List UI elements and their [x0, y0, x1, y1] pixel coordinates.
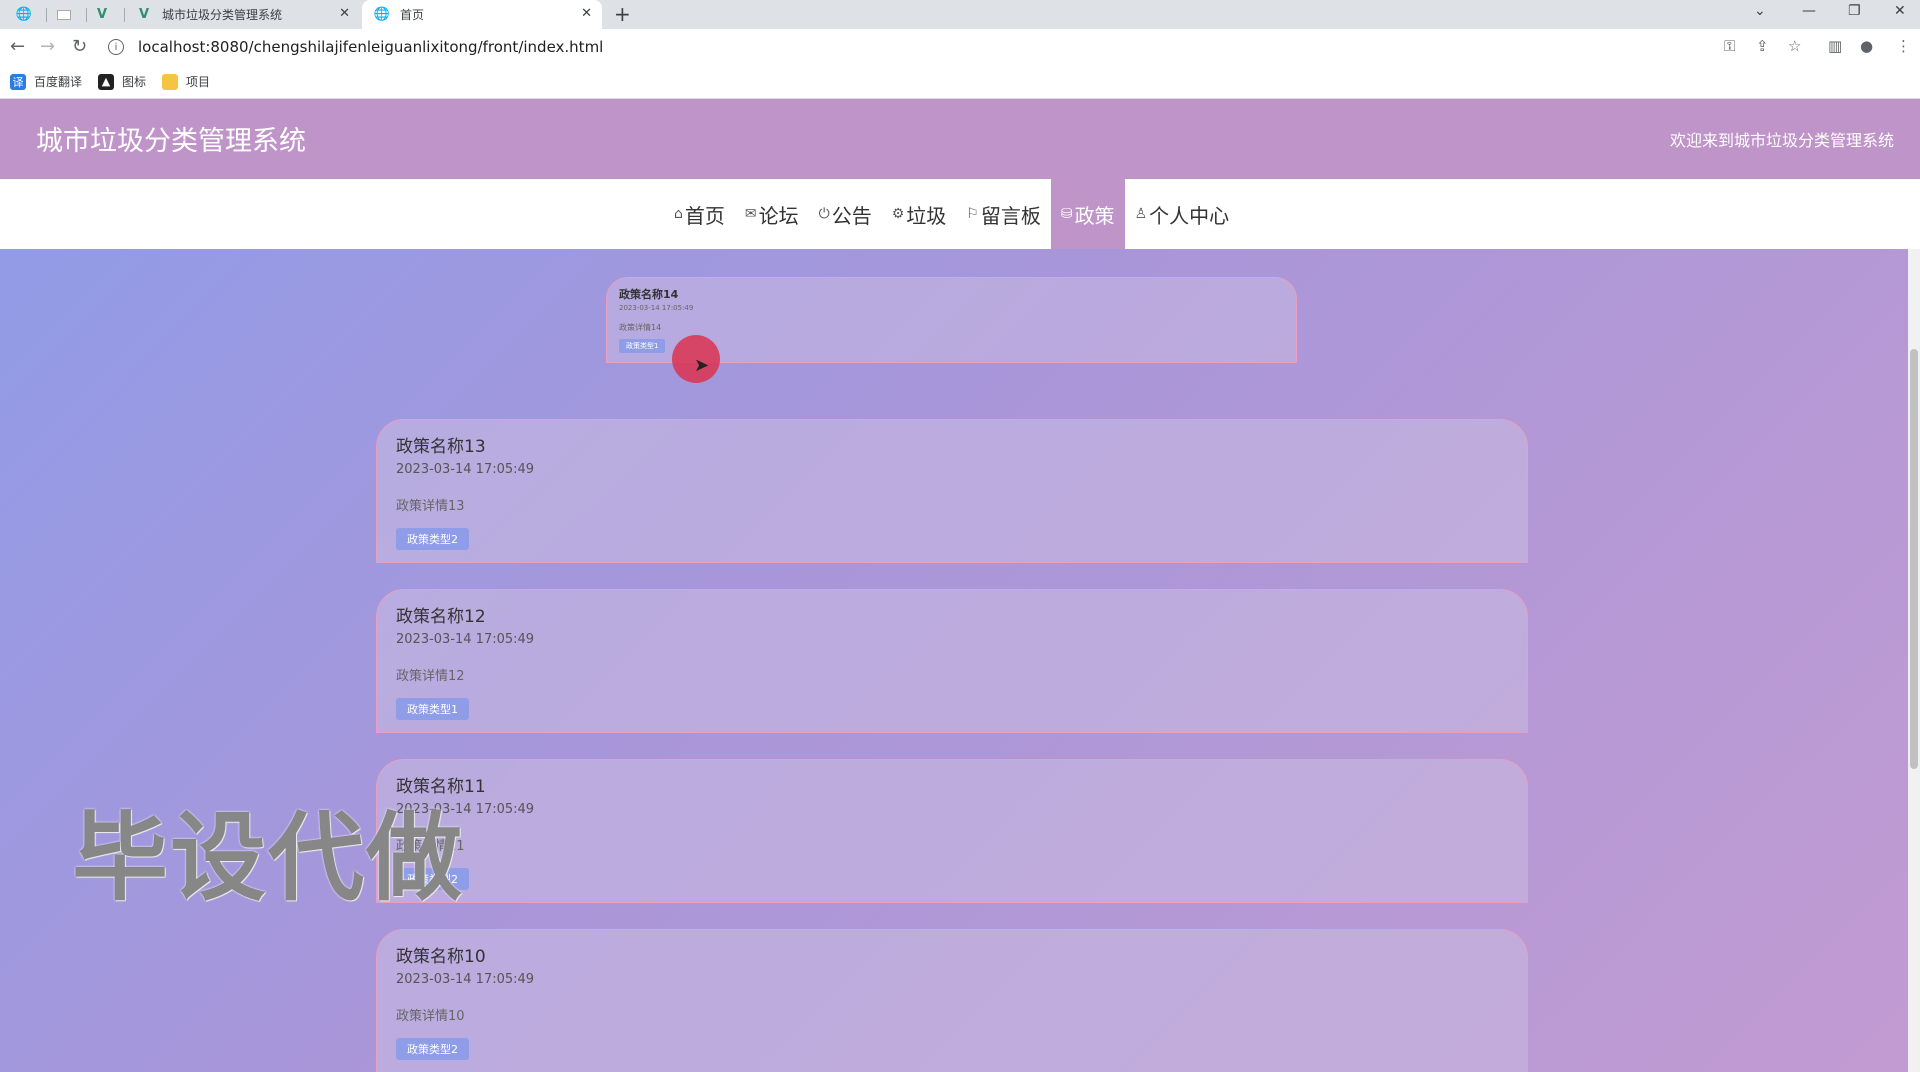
gear-icon: ⚙ [891, 206, 905, 222]
nav-item-garbage[interactable]: ⚙ 垃圾 [882, 179, 957, 249]
nav-label: 垃圾 [906, 203, 947, 228]
globe-icon: 🌐 [373, 7, 391, 22]
reload-icon[interactable]: ↻ [72, 36, 87, 57]
policy-name: 政策名称10 [396, 947, 486, 967]
vue-icon: V [138, 7, 150, 22]
site-title: 城市垃圾分类管理系统 [36, 126, 306, 157]
nav-label: 首页 [684, 203, 725, 228]
page-content: 城市垃圾分类管理系统 欢迎来到城市垃圾分类管理系统 ⌂ 首页 ✉ 论坛 ⏻ 公告 ⚙ 垃… [0, 99, 1920, 1072]
flag-icon: ⚐ [966, 206, 979, 222]
policy-time: 2023-03-14 17:05:49 [396, 972, 535, 987]
close-icon[interactable]: ✕ [581, 6, 592, 21]
browser-toolbar: ← → ↻ i localhost:8080/chengshilajifenle… [0, 29, 1920, 65]
nav-item-message-board[interactable]: ⚐ 留言板 [956, 179, 1051, 249]
welcome-text: 欢迎来到城市垃圾分类管理系统 [1669, 131, 1894, 150]
side-panel-icon[interactable]: ▥ [1828, 37, 1842, 55]
vue-icon: V [96, 7, 108, 22]
address-bar[interactable]: i localhost:8080/chengshilajifenleiguanl… [108, 33, 1708, 61]
policy-card[interactable]: 政策名称10 2023-03-14 17:05:49 政策详情10 政策类型2 [376, 929, 1528, 1072]
watermark-text: 毕设代做 [72, 802, 464, 914]
share-icon[interactable]: ⇪ [1756, 37, 1769, 55]
browser-tab-bar: 🌐 V V 城市垃圾分类管理系统 ✕ 🌐 首页 ✕ + ⌄ — ❐ ✕ [0, 0, 1920, 29]
bookmark-label: 图标 [122, 75, 147, 89]
policy-name: 政策名称14 [619, 288, 679, 301]
nav-label: 公告 [831, 203, 872, 228]
key-icon[interactable]: ⚿ [1724, 37, 1735, 55]
page-scrollbar[interactable] [1908, 249, 1920, 1072]
tab-garbage-system[interactable]: V 城市垃圾分类管理系统 ✕ [126, 0, 360, 29]
tab-home[interactable]: 🌐 首页 ✕ [362, 0, 602, 29]
mail-icon: ✉ [744, 206, 757, 222]
nav-label: 论坛 [758, 203, 799, 228]
scrollbar-thumb[interactable] [1910, 349, 1918, 769]
tab-separator [124, 8, 125, 22]
bookmark-label: 项目 [186, 75, 211, 89]
power-icon: ⏻ [818, 206, 830, 222]
policy-type-tag: 政策类型2 [396, 528, 469, 550]
policy-type-tag: 政策类型1 [619, 339, 666, 353]
nav-item-personal-center[interactable]: ♙ 个人中心 [1125, 179, 1240, 249]
policy-detail: 政策详情12 [396, 669, 465, 684]
nav-label: 政策 [1074, 203, 1115, 228]
policy-card[interactable]: 政策名称13 2023-03-14 17:05:49 政策详情13 政策类型2 [376, 419, 1528, 563]
policy-time: 2023-03-14 17:05:49 [396, 462, 535, 477]
nav-item-home[interactable]: ⌂ 首页 [664, 179, 735, 249]
cursor-icon: ➤ [694, 355, 710, 376]
nav-label: 个人中心 [1149, 203, 1230, 228]
policy-card[interactable]: 政策名称11 2023-03-14 17:05:49 政策详情11 政策类型2 [376, 759, 1528, 903]
pinned-tab-2[interactable] [44, 0, 84, 29]
tab-title: 首页 [400, 8, 425, 22]
minimize-icon[interactable]: — [1802, 3, 1816, 19]
main-nav: ⌂ 首页 ✉ 论坛 ⏻ 公告 ⚙ 垃圾 ⚐ 留言板 ⛁ 政策 ♙ 个人中心 [0, 179, 1920, 249]
globe-icon: 🌐 [15, 7, 33, 22]
profile-icon[interactable]: ● [1860, 37, 1873, 55]
nav-item-policy[interactable]: ⛁ 政策 [1050, 179, 1125, 249]
policy-card[interactable]: 政策名称12 2023-03-14 17:05:49 政策详情12 政策类型1 [376, 589, 1528, 733]
policy-time: 2023-03-14 17:05:49 [619, 304, 694, 312]
tab-search-icon[interactable]: ⌄ [1754, 3, 1766, 19]
policy-name: 政策名称13 [396, 437, 486, 457]
star-icon[interactable]: ☆ [1788, 37, 1801, 55]
bookmark-baidu-translate[interactable]: 译 百度翻译 [10, 73, 82, 90]
nav-label: 留言板 [980, 203, 1041, 228]
tab-title: 城市垃圾分类管理系统 [162, 8, 283, 22]
translate-icon: 译 [10, 73, 26, 90]
menu-icon[interactable]: ⋮ [1896, 37, 1911, 55]
policy-name: 政策名称12 [396, 607, 486, 627]
new-tab-icon[interactable]: + [614, 2, 631, 26]
info-icon[interactable]: i [108, 39, 124, 55]
pinned-tab-3[interactable]: V [82, 0, 122, 29]
url-text: localhost:8080/chengshilajifenleiguanlix… [138, 38, 604, 56]
database-icon: ⛁ [1060, 206, 1073, 222]
policy-time: 2023-03-14 17:05:49 [396, 802, 535, 817]
close-window-icon[interactable]: ✕ [1894, 3, 1906, 19]
user-icon: ♙ [1134, 206, 1148, 222]
close-icon[interactable]: ✕ [339, 6, 350, 21]
bookmarks-bar: 译 百度翻译 ▲ 图标 项目 [0, 65, 1920, 99]
policy-detail: 政策详情13 [396, 499, 465, 514]
blank-page-icon [57, 9, 71, 20]
policy-detail: 政策详情10 [396, 1009, 465, 1024]
forward-icon[interactable]: → [40, 36, 55, 57]
bookmark-icons[interactable]: ▲ 图标 [98, 73, 146, 90]
nav-item-notice[interactable]: ⏻ 公告 [809, 179, 882, 249]
image-icon: ▲ [98, 73, 115, 90]
policy-detail: 政策详情11 [396, 839, 465, 854]
home-icon: ⌂ [674, 206, 683, 222]
policy-type-tag: 政策类型1 [396, 698, 469, 720]
site-header: 城市垃圾分类管理系统 欢迎来到城市垃圾分类管理系统 [0, 99, 1920, 179]
bookmark-project[interactable]: 项目 [162, 73, 210, 90]
pinned-tab-1[interactable]: 🌐 [4, 0, 44, 29]
bookmark-label: 百度翻译 [34, 75, 83, 89]
policy-type-tag: 政策类型2 [396, 1038, 469, 1060]
folder-icon [162, 73, 179, 90]
policy-time: 2023-03-14 17:05:49 [396, 632, 535, 647]
policy-detail: 政策详情14 [619, 323, 662, 332]
nav-item-forum[interactable]: ✉ 论坛 [735, 179, 809, 249]
restore-icon[interactable]: ❐ [1848, 3, 1861, 19]
back-icon[interactable]: ← [10, 36, 25, 57]
policy-name: 政策名称11 [396, 777, 486, 797]
